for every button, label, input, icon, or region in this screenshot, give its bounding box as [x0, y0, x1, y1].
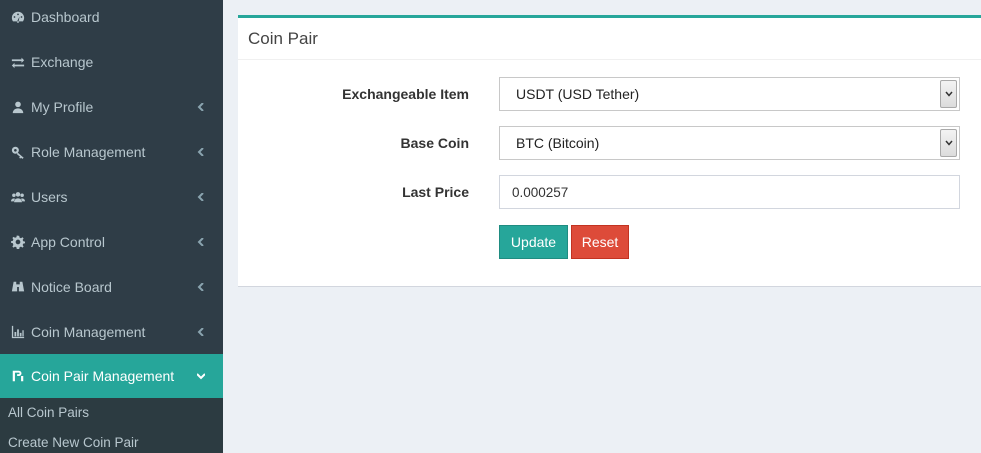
sidebar-item-label: Role Management: [31, 143, 146, 160]
last-price-input[interactable]: 0.000257: [499, 175, 960, 209]
chevron-down-icon: [940, 129, 957, 157]
sidebar-item-coin-management[interactable]: Coin Management: [0, 309, 223, 354]
exchangeable-item-value: USDT (USD Tether): [516, 86, 640, 102]
sidebar-item-label: App Control: [31, 233, 105, 250]
sidebar-item-role-management[interactable]: Role Management: [0, 129, 223, 174]
base-coin-label: Base Coin: [400, 135, 469, 151]
panel-header: Coin Pair: [238, 18, 981, 60]
sidebar-item-label: Coin Management: [31, 323, 146, 340]
base-coin-select[interactable]: BTC (Bitcoin): [499, 126, 960, 160]
key-icon: [10, 144, 26, 160]
sidebar-item-app-control[interactable]: App Control: [0, 219, 223, 264]
gear-icon: [10, 234, 26, 250]
sidebar-item-my-profile[interactable]: My Profile: [0, 84, 223, 129]
base-coin-value: BTC (Bitcoin): [516, 135, 600, 151]
reset-button[interactable]: Reset: [571, 225, 629, 259]
chevron-down-icon: [940, 80, 957, 108]
sidebar-item-label: My Profile: [31, 98, 94, 115]
sidebar-item-users[interactable]: Users: [0, 174, 223, 219]
sidebar-item-exchange[interactable]: Exchange: [0, 39, 223, 84]
panel-title: Coin Pair: [248, 29, 318, 48]
exchangeable-item-select[interactable]: USDT (USD Tether): [499, 77, 960, 111]
user-icon: [10, 99, 26, 115]
last-price-label: Last Price: [402, 184, 469, 200]
coin-pair-panel: Coin Pair Exchangeable Item USDT (USD Te…: [238, 15, 981, 287]
sidebar-item-label: Dashboard: [31, 8, 100, 25]
sidebar-item-label: Coin Pair Management: [31, 368, 175, 384]
chevron-left-icon: [195, 146, 207, 158]
sidebar-item-label: Users: [31, 188, 68, 205]
sidebar-item-dashboard[interactable]: Dashboard: [0, 0, 223, 39]
sidebar: Dashboard Exchange My Profile Role Manag…: [0, 0, 223, 453]
submenu-item-all-coin-pairs[interactable]: All Coin Pairs: [8, 405, 89, 420]
chevron-left-icon: [195, 236, 207, 248]
chevron-left-icon: [195, 101, 207, 113]
sidebar-item-coin-pair-management[interactable]: Coin Pair Management: [0, 354, 223, 398]
sidebar-item-notice-board[interactable]: Notice Board: [0, 264, 223, 309]
chevron-left-icon: [195, 191, 207, 203]
submenu-item-create-new-coin-pair[interactable]: Create New Coin Pair: [8, 435, 139, 450]
sidebar-item-label: Exchange: [31, 53, 94, 70]
bar-chart-icon: [10, 324, 26, 340]
chevron-down-icon: [195, 370, 207, 382]
exchangeable-item-label: Exchangeable Item: [342, 86, 469, 102]
exchange-icon: [10, 54, 26, 70]
coin-pair-submenu: All Coin Pairs Create New Coin Pair: [0, 398, 223, 453]
update-button[interactable]: Update: [499, 225, 568, 259]
sidebar-item-label: Notice Board: [31, 278, 112, 295]
dashboard-icon: [10, 9, 26, 25]
coin-pair-icon: [10, 368, 26, 384]
chevron-left-icon: [195, 326, 207, 338]
binoculars-icon: [10, 279, 26, 295]
chevron-left-icon: [195, 281, 207, 293]
users-icon: [10, 189, 26, 205]
